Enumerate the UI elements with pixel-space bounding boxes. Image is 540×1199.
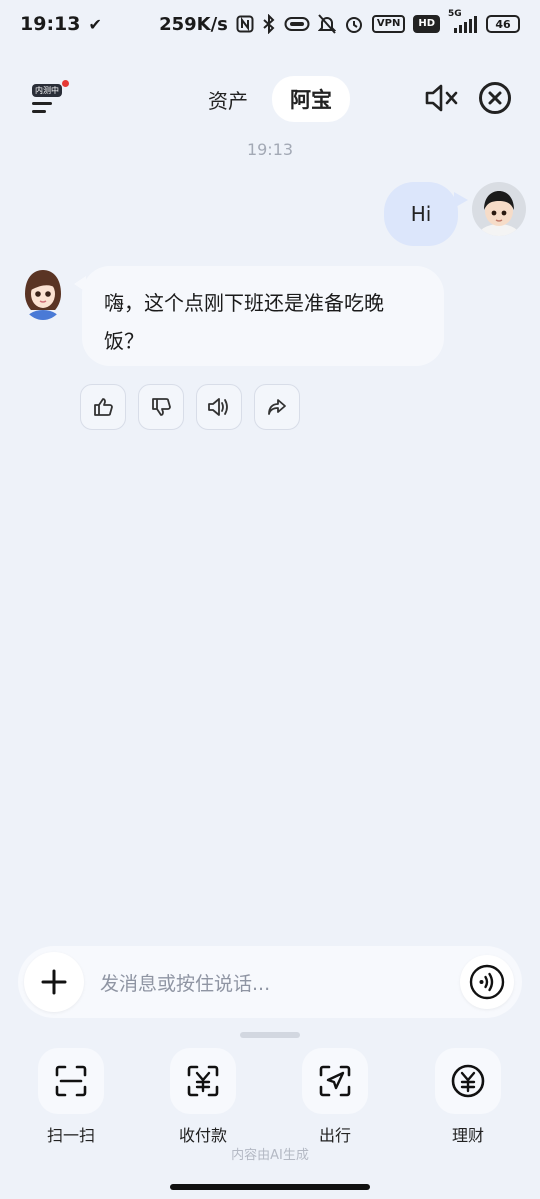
speaker-mute-icon — [425, 84, 458, 112]
tab-assets[interactable]: 资产 — [200, 77, 256, 122]
share-button[interactable] — [254, 384, 300, 430]
ai-avatar[interactable] — [20, 264, 66, 320]
user-message-bubble[interactable]: Hi — [384, 182, 468, 246]
vpn-icon: VPN — [371, 15, 406, 33]
message-input[interactable]: 发消息或按住说话... — [100, 969, 460, 996]
voice-icon — [469, 964, 505, 1000]
beta-badge: 内测中 — [32, 84, 62, 97]
alarm-icon — [344, 14, 364, 34]
menu-button[interactable]: 内测中 — [26, 80, 70, 118]
signal-icon: 5G — [448, 9, 478, 33]
close-button[interactable] — [479, 82, 511, 114]
bluetooth-icon — [262, 14, 276, 34]
ai-message-text: 嗨，这个点刚下班还是准备吃晚饭？ — [104, 291, 384, 353]
user-message-text: Hi — [410, 202, 432, 226]
status-indicators: 259K/s VPN HD 5G 46 — [159, 9, 520, 35]
hd-icon: HD — [413, 15, 440, 33]
network-label: 5G — [448, 9, 462, 19]
close-icon — [488, 91, 502, 105]
thumbs-up-icon — [94, 398, 113, 416]
chat-timestamp: 19:13 — [246, 140, 294, 159]
network-speed: 259K/s — [159, 13, 228, 35]
menu-icon — [32, 102, 52, 105]
quick-finance[interactable]: 理财 — [423, 1048, 513, 1146]
user-avatar[interactable] — [472, 182, 526, 236]
message-input-bar: 发消息或按住说话... — [18, 946, 522, 1018]
plus-icon — [41, 969, 67, 995]
speaker-icon — [208, 398, 228, 416]
drag-handle[interactable] — [240, 1032, 300, 1038]
ai-disclaimer: 内容由AI生成 — [231, 1148, 309, 1163]
add-button[interactable] — [24, 952, 84, 1012]
battery-icon: 46 — [486, 15, 520, 33]
status-time: 19:13 — [20, 13, 81, 35]
top-header: 内测中 资产 阿宝 — [0, 72, 540, 122]
quick-scan-label: 扫一扫 — [46, 1126, 95, 1145]
read-aloud-button[interactable] — [196, 384, 242, 430]
finance-icon — [435, 1048, 501, 1114]
quick-payment-label: 收付款 — [178, 1126, 227, 1145]
share-arrow-icon — [268, 399, 286, 415]
tab-bar: 资产 阿宝 — [200, 76, 350, 122]
tab-abao[interactable]: 阿宝 — [272, 76, 350, 122]
home-indicator[interactable] — [170, 1184, 370, 1190]
scan-icon — [38, 1048, 104, 1114]
quick-finance-label: 理财 — [451, 1126, 484, 1145]
quick-travel-label: 出行 — [318, 1126, 351, 1145]
travel-icon — [302, 1048, 368, 1114]
ai-message-bubble[interactable]: 嗨，这个点刚下班还是准备吃晚饭？ — [74, 266, 444, 366]
dislike-button[interactable] — [138, 384, 184, 430]
message-actions — [80, 384, 300, 430]
status-bar: 19:13 ✔ 259K/s VPN HD 5G 46 — [0, 0, 540, 48]
mute-bell-icon — [317, 14, 336, 34]
quick-payment[interactable]: 收付款 — [158, 1048, 248, 1146]
quick-scan[interactable]: 扫一扫 — [26, 1048, 116, 1146]
sound-mute-button[interactable] — [424, 82, 460, 114]
notification-dot — [62, 80, 69, 87]
nfc-icon — [236, 15, 254, 33]
thumbs-down-icon — [152, 398, 171, 416]
quick-travel[interactable]: 出行 — [290, 1048, 380, 1146]
link-icon — [284, 16, 310, 32]
payment-icon — [170, 1048, 236, 1114]
like-button[interactable] — [80, 384, 126, 430]
check-icon: ✔ — [88, 14, 102, 34]
voice-button[interactable] — [460, 955, 514, 1009]
menu-icon-line — [32, 110, 46, 113]
